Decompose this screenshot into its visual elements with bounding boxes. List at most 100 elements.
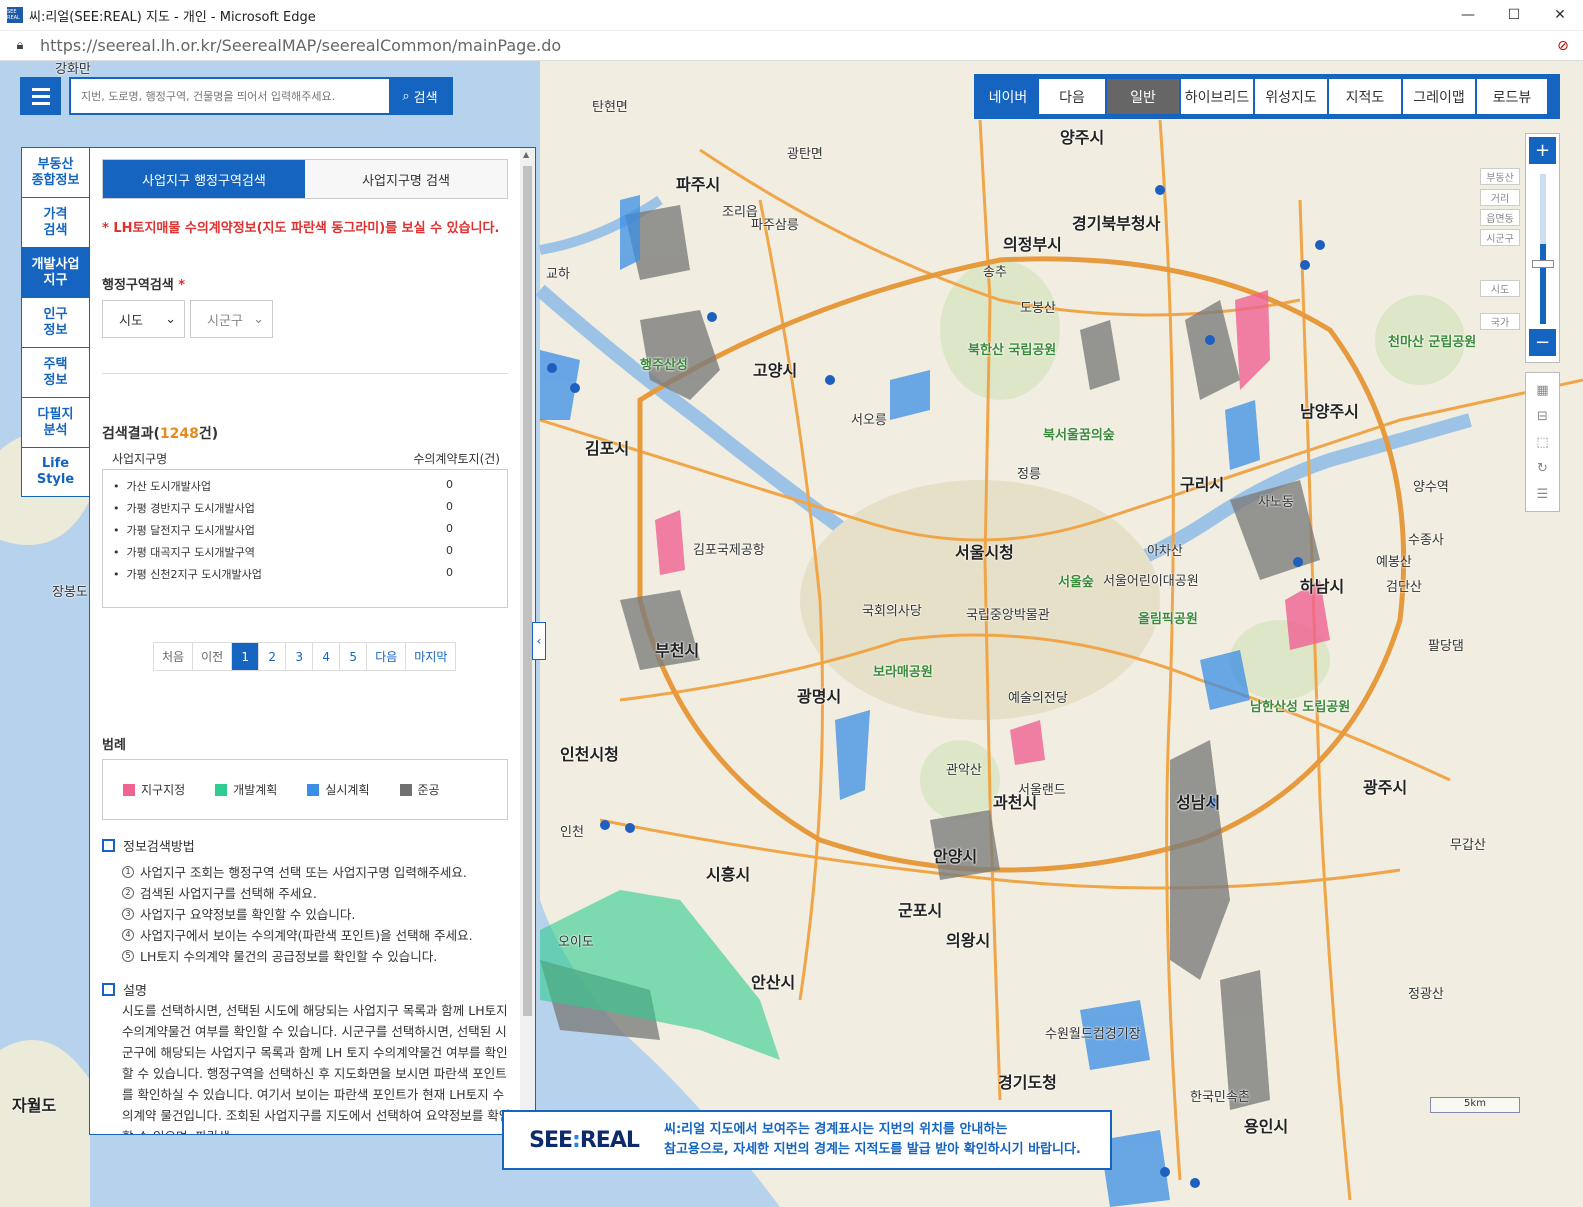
map-label: 팔당댐 <box>1428 639 1464 654</box>
side-tab-lifestyle[interactable]: Life Style <box>21 447 90 497</box>
legend: 지구지정 개발계획 실시계획 준공 <box>102 759 508 820</box>
map-label: 정릉 <box>1017 467 1041 482</box>
map-type-satellite[interactable]: 위성지도 <box>1255 79 1327 114</box>
side-tab-housing[interactable]: 주택 정보 <box>21 347 90 397</box>
zoom-in-button[interactable]: + <box>1529 137 1556 164</box>
chevron-down-icon: ⌄ <box>253 311 264 327</box>
url-field[interactable]: https://seereal.lh.or.kr/SeerealMAP/seer… <box>40 36 1543 55</box>
sido-select[interactable]: 시도 ⌄ <box>102 300 185 338</box>
map-type-naver[interactable]: 네이버 <box>979 79 1037 114</box>
map-label: 서울시청 <box>955 543 1014 562</box>
minimize-button[interactable]: — <box>1445 0 1491 31</box>
map-label: 도봉산 <box>1020 301 1056 316</box>
layers-icon[interactable]: ☰ <box>1537 487 1549 502</box>
map-label: 김포시 <box>585 439 630 458</box>
zoom-out-button[interactable]: − <box>1529 329 1556 356</box>
search-button[interactable]: ⌕ 검색 <box>389 79 451 113</box>
map-label: 남양주시 <box>1300 402 1359 421</box>
search-icon: ⌕ <box>402 88 410 104</box>
page-3[interactable]: 3 <box>286 643 314 670</box>
zoom-level-label[interactable]: 읍면동 <box>1480 209 1520 226</box>
map-label: 검단산 <box>1386 580 1422 595</box>
search-input[interactable] <box>71 79 389 113</box>
tab-name-search[interactable]: 사업지구명 검색 <box>305 160 507 198</box>
map-label: 의정부시 <box>1003 235 1062 254</box>
result-title: 검색결과(1248건) <box>102 426 219 442</box>
zoom-level-label[interactable]: 시군구 <box>1480 229 1520 246</box>
map-label: 예술의전당 <box>1008 691 1068 706</box>
zoom-level-label[interactable]: 국가 <box>1480 313 1520 330</box>
page-last[interactable]: 마지막 <box>406 643 456 670</box>
map-type-daum[interactable]: 다음 <box>1039 79 1105 114</box>
ruler-icon[interactable]: ⊟ <box>1537 409 1548 424</box>
side-tab-nav: 부동산 종합정보 가격 검색 개발사업 지구 인구 정보 주택 정보 다필지 분… <box>21 147 90 497</box>
info-steps: 1 사업지구 조회는 행정구역 선택 또는 사업지구명 입력해주세요. 2 검색된 … <box>122 861 473 966</box>
map-label: 의왕시 <box>946 931 991 950</box>
side-tab-development[interactable]: 개발사업 지구 <box>21 247 90 297</box>
calculator-icon[interactable]: ▦ <box>1536 383 1548 398</box>
map-label: 북서울꿈의숲 <box>1043 428 1115 443</box>
page-first[interactable]: 처음 <box>154 643 194 670</box>
table-header: 사업지구명 수의계약토지(건) <box>102 450 508 468</box>
development-panel: 사업지구 행정구역검색 사업지구명 검색 * LH토지매물 수의계약정보(지도 … <box>89 147 536 1135</box>
map-label: 안산시 <box>751 973 796 992</box>
map-label: 시흥시 <box>706 865 751 884</box>
step-item: 1 사업지구 조회는 행정구역 선택 또는 사업지구명 입력해주세요. <box>122 861 473 882</box>
map-label: 무갑산 <box>1450 838 1486 853</box>
zoom-slider[interactable] <box>1540 174 1546 324</box>
area-select-icon[interactable]: ⬚ <box>1536 435 1548 450</box>
page-prev[interactable]: 이전 <box>193 643 233 670</box>
map-label: 파주시 <box>676 175 721 194</box>
map-label: 서울어린이대공원 <box>1103 574 1199 589</box>
list-item[interactable]: • 가평 달전지구 도시개발사업 0 <box>103 522 507 544</box>
map-label: 양주시 <box>1060 128 1105 147</box>
side-tab-multi-parcel[interactable]: 다필지 분석 <box>21 397 90 447</box>
map-label: 서울랜드 <box>1018 783 1066 798</box>
map-type-roadview[interactable]: 로드뷰 <box>1477 79 1547 114</box>
side-tab-real-estate[interactable]: 부동산 종합정보 <box>21 147 90 197</box>
page-next[interactable]: 다음 <box>367 643 407 670</box>
park-area <box>940 260 1060 400</box>
map-type-switcher: 네이버 다음 일반 하이브리드 위성지도 지적도 그레이맵 로드뷰 <box>974 74 1560 119</box>
site-favicon-icon: SEE REAL <box>7 7 23 23</box>
zoom-control: + − <box>1525 133 1560 363</box>
map-type-greymap[interactable]: 그레이맵 <box>1403 79 1475 114</box>
map-type-cadastral[interactable]: 지적도 <box>1329 79 1401 114</box>
lock-icon[interactable]: 🔒︎ <box>0 38 40 53</box>
page-1[interactable]: 1 <box>232 643 260 670</box>
close-window-button[interactable]: ✕ <box>1537 0 1583 31</box>
sigungu-select[interactable]: 시군구 ⌄ <box>190 300 273 338</box>
map-label: 경기도청 <box>998 1073 1057 1092</box>
map-type-hybrid[interactable]: 하이브리드 <box>1181 79 1253 114</box>
zoom-handle[interactable] <box>1532 260 1554 268</box>
extension-icon[interactable]: ⊘ <box>1543 38 1583 54</box>
list-item[interactable]: • 가평 대곡지구 도시개발구역 0 <box>103 544 507 566</box>
map-label: 사노동 <box>1258 495 1294 510</box>
map-label: 광주시 <box>1363 778 1408 797</box>
zoom-level-label[interactable]: 부동산 <box>1480 168 1520 185</box>
side-tab-population[interactable]: 인구 정보 <box>21 297 90 347</box>
map-tools: ▦ ⊟ ⬚ ↻ ☰ <box>1525 372 1560 512</box>
map-label: 아차산 <box>1147 544 1183 559</box>
map-label: 서울숲 <box>1058 575 1094 590</box>
side-tab-price[interactable]: 가격 검색 <box>21 197 90 247</box>
disclaimer-text: 씨:리얼 지도에서 보여주는 경계표시는 지번의 위치를 안내하는 참고용으로,… <box>664 1122 1081 1157</box>
list-item[interactable]: • 가평 경반지구 도시개발사업 0 <box>103 500 507 522</box>
panel-collapse-button[interactable]: ‹ <box>532 622 546 660</box>
page-2[interactable]: 2 <box>259 643 287 670</box>
map-type-general[interactable]: 일반 <box>1107 79 1179 114</box>
page-4[interactable]: 4 <box>313 643 341 670</box>
list-item[interactable]: • 가산 도시개발사업 0 <box>103 478 507 500</box>
zoom-level-label[interactable]: 거리 <box>1480 189 1520 206</box>
maximize-button[interactable]: ☐ <box>1491 0 1537 31</box>
refresh-icon[interactable]: ↻ <box>1537 461 1548 476</box>
coast-south <box>0 1040 90 1207</box>
seereal-logo: SEE:REAL <box>529 1127 640 1153</box>
col-district-name: 사업지구명 <box>112 452 168 466</box>
map-label: 북한산 국립공원 <box>968 343 1057 358</box>
tab-admin-search[interactable]: 사업지구 행정구역검색 <box>103 160 305 198</box>
zoom-level-label[interactable]: 시도 <box>1480 280 1520 297</box>
list-item[interactable]: • 가평 신천2지구 도시개발사업 0 <box>103 566 507 588</box>
page-5[interactable]: 5 <box>340 643 368 670</box>
hamburger-menu-button[interactable] <box>20 77 61 115</box>
